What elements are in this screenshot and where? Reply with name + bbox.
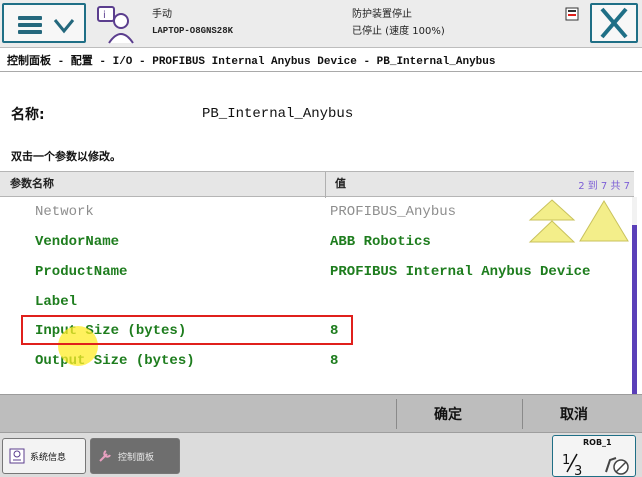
- cancel-button[interactable]: 取消: [524, 395, 624, 433]
- scrollbar[interactable]: [632, 197, 637, 394]
- svg-text:1: 1: [562, 453, 570, 468]
- jog-mode-icon: [605, 457, 629, 475]
- taskbar-label: 系统信息: [30, 452, 67, 463]
- robot-operator-icon[interactable]: i: [95, 3, 135, 45]
- parameter-name: Label: [35, 294, 78, 310]
- instruction-text: 双击一个参数以修改。: [11, 150, 121, 163]
- motor-status: 已停止 (速度 100%): [352, 26, 445, 37]
- divider: [396, 399, 397, 429]
- parameter-name: ProductName: [35, 264, 128, 280]
- divider: [522, 399, 523, 429]
- chevron-down-icon: [53, 19, 75, 34]
- run-status: 防护装置停止 已停止 (速度 100%): [352, 6, 445, 40]
- wrench-icon: [99, 450, 111, 462]
- svg-text:3: 3: [574, 464, 582, 476]
- name-label: 名称:: [11, 107, 45, 123]
- scrollbar-thumb[interactable]: [632, 225, 637, 394]
- column-divider: [325, 172, 326, 198]
- parameter-value: PROFIBUS_Anybus: [330, 204, 457, 220]
- svg-text:i: i: [103, 10, 106, 21]
- table-row[interactable]: Label: [0, 287, 632, 317]
- close-x-icon: [600, 7, 628, 39]
- breadcrumb: 控制面板 - 配置 - I/O - PROFIBUS Internal Anyb…: [0, 48, 642, 72]
- main-menu-button[interactable]: [2, 3, 86, 43]
- top-status-bar: i 手动 LAPTOP-O8GNS28K 防护装置停止 已停止 (速度 100%…: [0, 0, 642, 48]
- taskbar-system-info[interactable]: 系统信息: [2, 438, 86, 474]
- page-up-icon[interactable]: [528, 198, 576, 244]
- taskbar-control-panel[interactable]: 控制面板: [90, 438, 180, 474]
- parameter-value: 8: [330, 353, 339, 369]
- parameter-name: Output Size (bytes): [35, 353, 195, 369]
- operating-mode: 手动: [152, 9, 172, 20]
- column-header-parameter[interactable]: 参数名称: [10, 175, 54, 191]
- selection-highlight: [21, 315, 353, 345]
- robot-quickset-panel[interactable]: ROB_1 1 3: [552, 435, 636, 477]
- hamburger-menu-icon: [18, 16, 42, 34]
- table-row[interactable]: ProductName PROFIBUS Internal Anybus Dev…: [0, 257, 632, 287]
- action-bar: 确定 取消: [0, 394, 642, 432]
- parameter-value: PROFIBUS Internal Anybus Device: [330, 264, 591, 280]
- pagination-info: 2 到 7 共 7: [578, 181, 630, 192]
- ok-button[interactable]: 确定: [398, 395, 498, 433]
- taskbar: 系统信息 控制面板 ROB_1 1 3: [0, 432, 642, 477]
- name-value: PB_Internal_Anybus: [202, 106, 354, 122]
- system-info-icon: [9, 448, 25, 464]
- network-status-icon: [565, 7, 579, 21]
- parameter-name: VendorName: [35, 234, 120, 250]
- mode-status: 手动 LAPTOP-O8GNS28K: [152, 6, 233, 40]
- robot-unit-label: ROB_1: [583, 438, 612, 447]
- table-header: 参数名称 值 2 到 7 共 7: [0, 171, 634, 198]
- taskbar-label: 控制面板: [118, 452, 155, 463]
- close-button[interactable]: [590, 3, 638, 43]
- scroll-up-icon[interactable]: [578, 199, 630, 243]
- column-header-value[interactable]: 值: [335, 175, 346, 191]
- safety-status: 防护装置停止: [352, 9, 412, 20]
- speed-fraction-icon: 1 3: [562, 453, 582, 476]
- parameter-name: Network: [35, 204, 94, 220]
- controller-name: LAPTOP-O8GNS28K: [152, 26, 234, 36]
- parameter-value: ABB Robotics: [330, 234, 431, 250]
